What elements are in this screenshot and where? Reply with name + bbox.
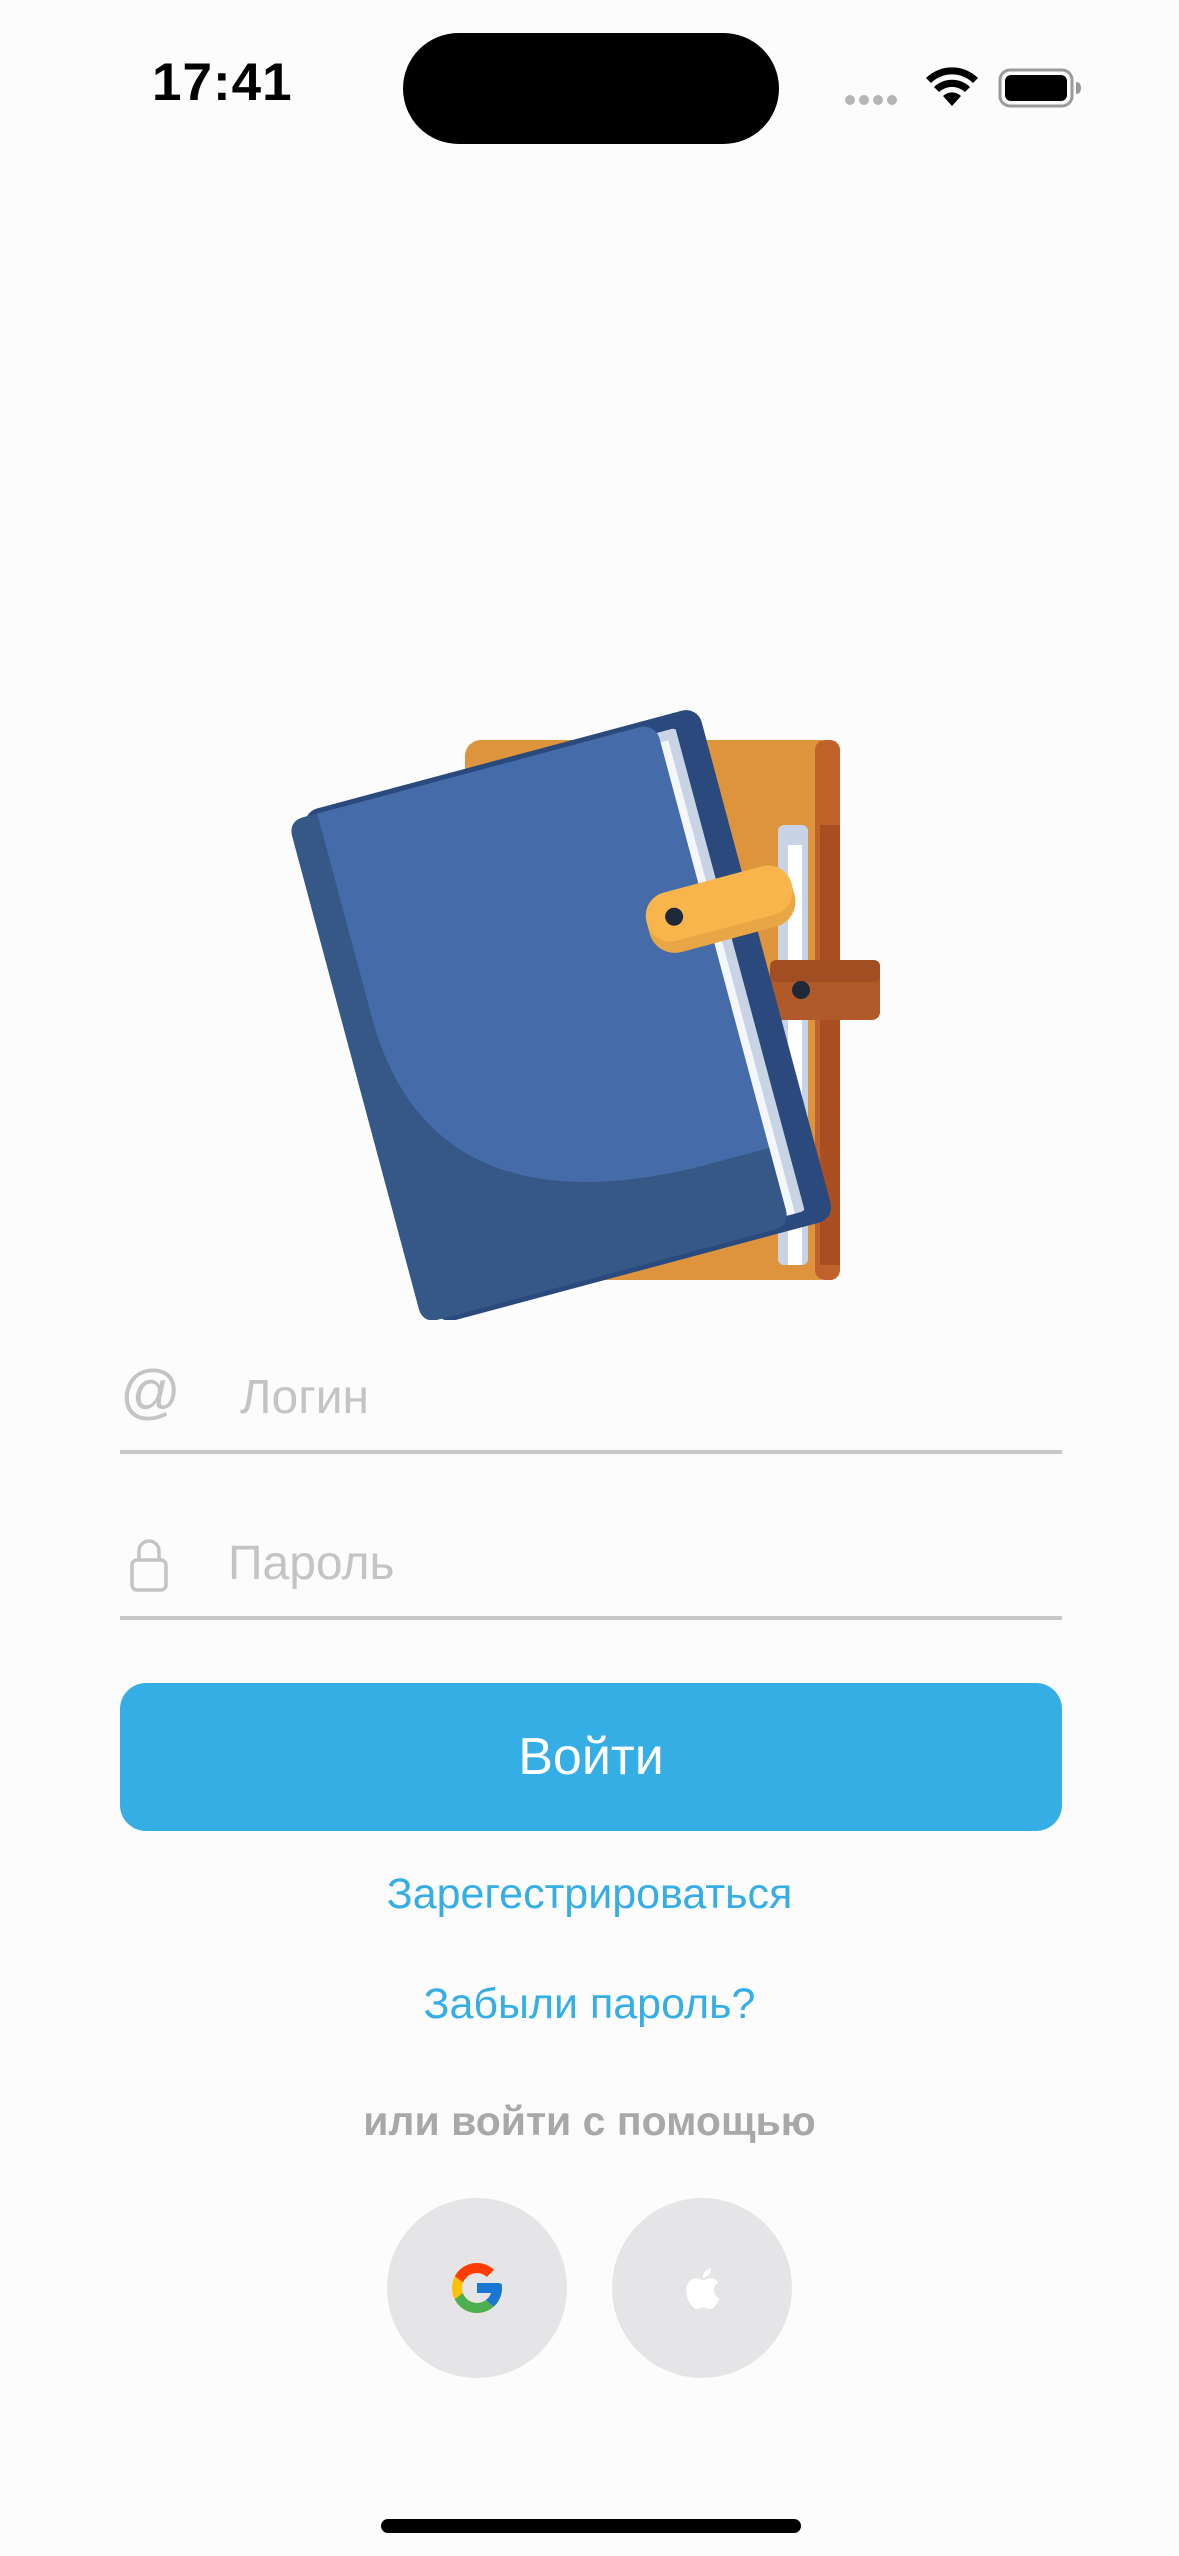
google-icon [452,2263,502,2313]
alt-login-caption: или войти с помощью [363,2098,816,2144]
forgot-password-link[interactable]: Забыли пароль? [0,1980,1179,2029]
apple-icon [686,2268,720,2310]
cellular-signal-icon [845,92,907,106]
battery-icon [998,68,1081,108]
login-button[interactable]: Войти [120,1683,1062,1831]
lock-icon [130,1539,168,1592]
password-field [120,1506,1062,1620]
login-field: @ [120,1340,1062,1454]
login-input[interactable] [240,1362,1040,1432]
dynamic-island [403,33,779,144]
status-time: 17:41 [152,53,293,112]
at-icon: @ [120,1358,181,1425]
password-input[interactable] [228,1528,1028,1598]
wifi-icon [926,67,978,106]
login-screen: 17:41 @ Логин Войти Зарегестрироваться З… [0,0,1179,2556]
google-login-button[interactable] [387,2198,567,2378]
apple-login-button[interactable] [612,2198,792,2378]
notebooks-illustration [291,710,880,1320]
home-indicator[interactable] [381,2519,801,2533]
register-link[interactable]: Зарегестрироваться [0,1870,1179,1919]
